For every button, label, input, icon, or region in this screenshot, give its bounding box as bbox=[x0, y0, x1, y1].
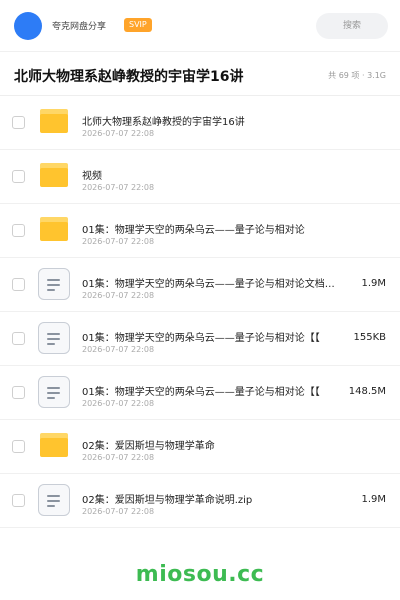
search-button[interactable]: 搜索 bbox=[316, 13, 388, 39]
row-checkbox[interactable] bbox=[12, 440, 25, 453]
file-row[interactable]: 01集：物理学天空的两朵乌云——量子论与相对论 2026-07-07 22:08 bbox=[0, 204, 400, 258]
folder-icon bbox=[40, 109, 68, 133]
row-checkbox[interactable] bbox=[12, 116, 25, 129]
row-checkbox[interactable] bbox=[12, 170, 25, 183]
file-size: 155KB bbox=[353, 332, 386, 343]
file-name: 视频 bbox=[82, 171, 102, 182]
file-row[interactable]: 视频 2026-07-07 22:08 bbox=[0, 150, 400, 204]
file-size: 1.9M bbox=[361, 494, 386, 505]
file-name: 北师大物理系赵峥教授的宇宙学16讲 bbox=[82, 117, 245, 128]
folder-title-bar: 北师大物理系赵峥教授的宇宙学16讲 共 69 项 · 3.1G bbox=[0, 52, 400, 96]
folder-icon bbox=[40, 433, 68, 457]
file-size: 1.9M bbox=[361, 278, 386, 289]
row-checkbox[interactable] bbox=[12, 224, 25, 237]
file-date: 2026-07-07 22:08 bbox=[82, 345, 155, 354]
file-name: 01集：物理学天空的两朵乌云——量子论与相对论文档说明.docx bbox=[82, 279, 344, 290]
folder-icon bbox=[40, 217, 68, 241]
file-size: 148.5M bbox=[348, 386, 386, 397]
file-row[interactable]: 01集：物理学天空的两朵乌云——量子论与相对论【【 2026-07-07 22:0… bbox=[0, 312, 400, 366]
row-checkbox[interactable] bbox=[12, 386, 25, 399]
folder-icon bbox=[40, 163, 68, 187]
file-date: 2026-07-07 22:08 bbox=[82, 453, 155, 462]
app-header: 夸克网盘分享 SVIP 搜索 bbox=[0, 0, 400, 52]
document-icon bbox=[38, 484, 70, 516]
file-date: 2026-07-07 22:08 bbox=[82, 291, 155, 300]
file-date: 2026-07-07 22:08 bbox=[82, 183, 155, 192]
watermark-text: miosou.cc bbox=[135, 562, 265, 587]
file-name: 02集：爱因斯坦与物理学革命说明.zip bbox=[82, 495, 253, 506]
file-name: 02集：爱因斯坦与物理学革命 bbox=[82, 441, 215, 452]
page-title: 北师大物理系赵峥教授的宇宙学16讲 bbox=[14, 69, 244, 85]
file-row[interactable]: 01集：物理学天空的两朵乌云——量子论与相对论文档说明.docx 2026-07-… bbox=[0, 258, 400, 312]
file-row[interactable]: 02集：爱因斯坦与物理学革命 2026-07-07 22:08 bbox=[0, 420, 400, 474]
file-name: 01集：物理学天空的两朵乌云——量子论与相对论 bbox=[82, 225, 305, 236]
file-list: 北师大物理系赵峥教授的宇宙学16讲 2026-07-07 22:08 视频 2026-… bbox=[0, 96, 400, 528]
document-icon bbox=[38, 322, 70, 354]
document-icon bbox=[38, 376, 70, 408]
file-row[interactable]: 02集：爱因斯坦与物理学革命说明.zip 2026-07-07 22:08 1.9M bbox=[0, 474, 400, 528]
document-icon bbox=[38, 268, 70, 300]
file-name: 01集：物理学天空的两朵乌云——量子论与相对论【【 bbox=[82, 333, 320, 344]
row-checkbox[interactable] bbox=[12, 278, 25, 291]
folder-meta: 共 69 项 · 3.1G bbox=[328, 71, 386, 80]
file-date: 2026-07-07 22:08 bbox=[82, 399, 155, 408]
svip-badge: SVIP bbox=[124, 18, 152, 32]
file-row[interactable]: 北师大物理系赵峥教授的宇宙学16讲 2026-07-07 22:08 bbox=[0, 96, 400, 150]
file-name: 01集：物理学天空的两朵乌云——量子论与相对论【【 bbox=[82, 387, 320, 398]
avatar[interactable] bbox=[14, 12, 42, 40]
row-checkbox[interactable] bbox=[12, 332, 25, 345]
row-checkbox[interactable] bbox=[12, 494, 25, 507]
file-date: 2026-07-07 22:08 bbox=[82, 237, 155, 246]
share-title: 夸克网盘分享 bbox=[52, 22, 107, 32]
file-row[interactable]: 01集：物理学天空的两朵乌云——量子论与相对论【【 2026-07-07 22:0… bbox=[0, 366, 400, 420]
file-date: 2026-07-07 22:08 bbox=[82, 129, 155, 138]
file-date: 2026-07-07 22:08 bbox=[82, 507, 155, 516]
